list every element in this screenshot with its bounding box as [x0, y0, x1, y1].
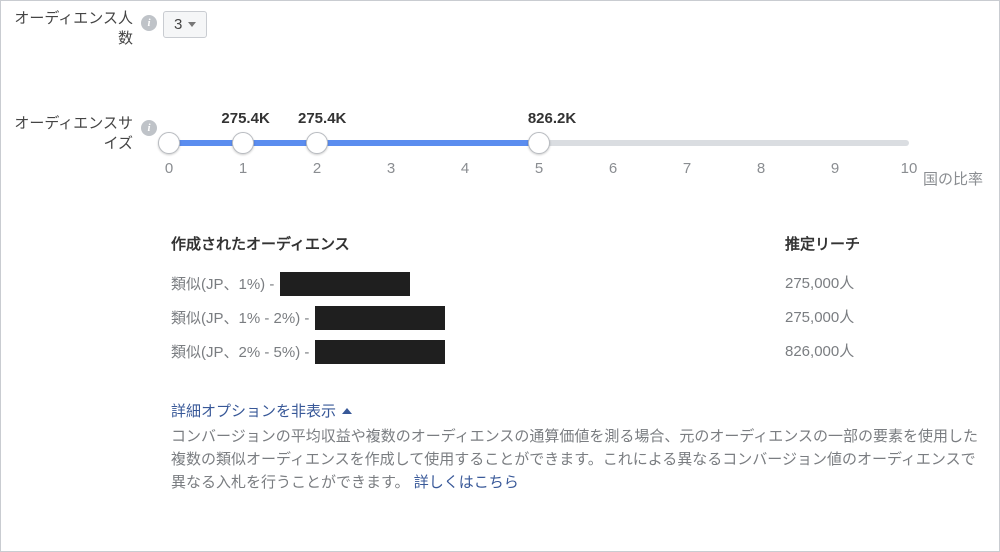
audience-count-label: オーディエンス人数: [11, 9, 135, 50]
chevron-up-icon: [342, 408, 352, 414]
info-icon[interactable]: i: [141, 120, 157, 136]
reach-value: 275,000人: [785, 306, 985, 330]
reach-value: 826,000人: [785, 340, 985, 364]
audience-count-dropdown[interactable]: 3: [163, 11, 207, 38]
redacted-block: [315, 306, 445, 330]
slider-tick: 8: [757, 160, 765, 177]
reach-value: 275,000人: [785, 272, 985, 296]
redacted-block: [315, 340, 445, 364]
slider-tick: 5: [535, 160, 543, 177]
audience-row-label: 類似(JP、1% - 2%) -: [171, 307, 309, 328]
slider-tick: 0: [165, 160, 173, 177]
audience-row: 類似(JP、2% - 5%) -: [171, 340, 725, 364]
created-audiences-header: 作成されたオーディエンス: [171, 233, 725, 254]
advanced-description: コンバージョンの平均収益や複数のオーディエンスの通算価値を測る場合、元のオーディ…: [171, 425, 985, 495]
slider-handle[interactable]: [158, 132, 180, 154]
slider-value-label: 275.4K: [221, 110, 269, 127]
slider-handle[interactable]: [232, 132, 254, 154]
estimated-reach-header: 推定リーチ: [785, 233, 985, 254]
slider-tick: 4: [461, 160, 469, 177]
chevron-down-icon: [188, 22, 196, 27]
redacted-block: [280, 272, 410, 296]
slider-value-label: 826.2K: [528, 110, 576, 127]
slider-tick: 9: [831, 160, 839, 177]
learn-more-link[interactable]: 詳しくはこちら: [414, 474, 519, 491]
dropdown-value: 3: [174, 16, 182, 33]
audience-size-slider[interactable]: 275.4K 275.4K 826.2K 0 1 2 3 4 5 6 7 8 9 10 国の比率: [163, 110, 985, 189]
slider-tick: 6: [609, 160, 617, 177]
info-icon[interactable]: i: [141, 15, 157, 31]
audience-size-label: オーディエンスサイズ: [11, 92, 135, 155]
audience-row-label: 類似(JP、1%) -: [171, 273, 274, 294]
slider-value-label: 275.4K: [298, 110, 346, 127]
audience-row: 類似(JP、1% - 2%) -: [171, 306, 725, 330]
hide-advanced-options-toggle[interactable]: 詳細オプションを非表示: [171, 400, 352, 423]
axis-label: 国の比率: [923, 132, 985, 189]
slider-handle[interactable]: [306, 132, 328, 154]
slider-tick: 2: [313, 160, 321, 177]
slider-tick: 10: [901, 160, 918, 177]
slider-tick: 7: [683, 160, 691, 177]
audience-row-label: 類似(JP、2% - 5%) -: [171, 341, 309, 362]
slider-handle[interactable]: [528, 132, 550, 154]
slider-tick: 1: [239, 160, 247, 177]
toggle-label: 詳細オプションを非表示: [171, 400, 336, 423]
audience-row: 類似(JP、1%) -: [171, 272, 725, 296]
slider-tick: 3: [387, 160, 395, 177]
